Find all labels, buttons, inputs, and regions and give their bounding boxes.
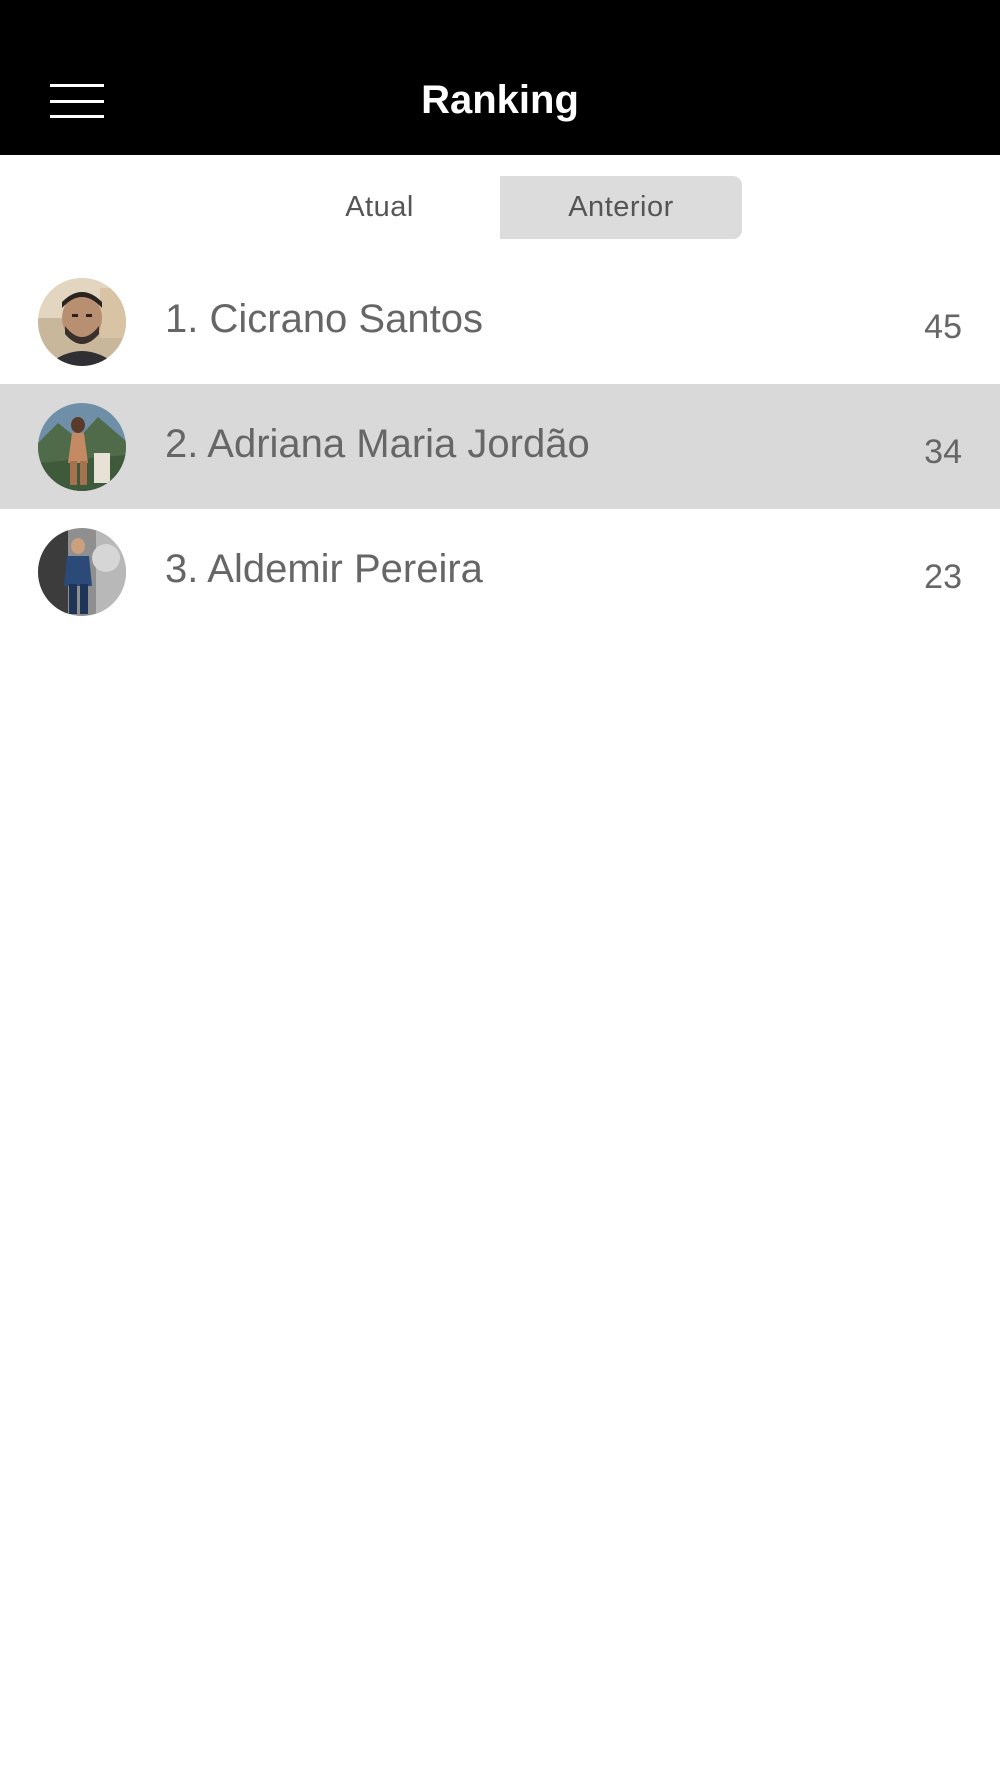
avatar-photo-3	[38, 528, 126, 616]
player-score: 34	[924, 433, 962, 471]
header-bar: Ranking	[0, 0, 1000, 155]
ranking-list: 1. Cicrano Santos 45 2. Adriana Maria Jo…	[0, 259, 1000, 634]
tab-atual[interactable]: Atual	[259, 176, 500, 239]
ranking-row[interactable]: 1. Cicrano Santos 45	[0, 259, 1000, 384]
player-score: 23	[924, 558, 962, 596]
tab-anterior[interactable]: Anterior	[500, 176, 742, 239]
avatar-photo-1	[38, 278, 126, 366]
period-tabs: Atual Anterior	[259, 176, 742, 239]
player-name: 3. Aldemir Pereira	[165, 547, 483, 591]
avatar	[38, 528, 126, 616]
page-title: Ranking	[421, 78, 579, 122]
avatar	[38, 278, 126, 366]
player-score: 45	[924, 308, 962, 346]
avatar	[38, 403, 126, 491]
ranking-screen: Ranking Atual Anterior 1. Cicrano Santos…	[0, 0, 1000, 1778]
player-name: 1. Cicrano Santos	[165, 297, 483, 341]
ranking-row[interactable]: 2. Adriana Maria Jordão 34	[0, 384, 1000, 509]
player-name: 2. Adriana Maria Jordão	[165, 422, 590, 466]
avatar-photo-2	[38, 403, 126, 491]
ranking-row[interactable]: 3. Aldemir Pereira 23	[0, 509, 1000, 634]
